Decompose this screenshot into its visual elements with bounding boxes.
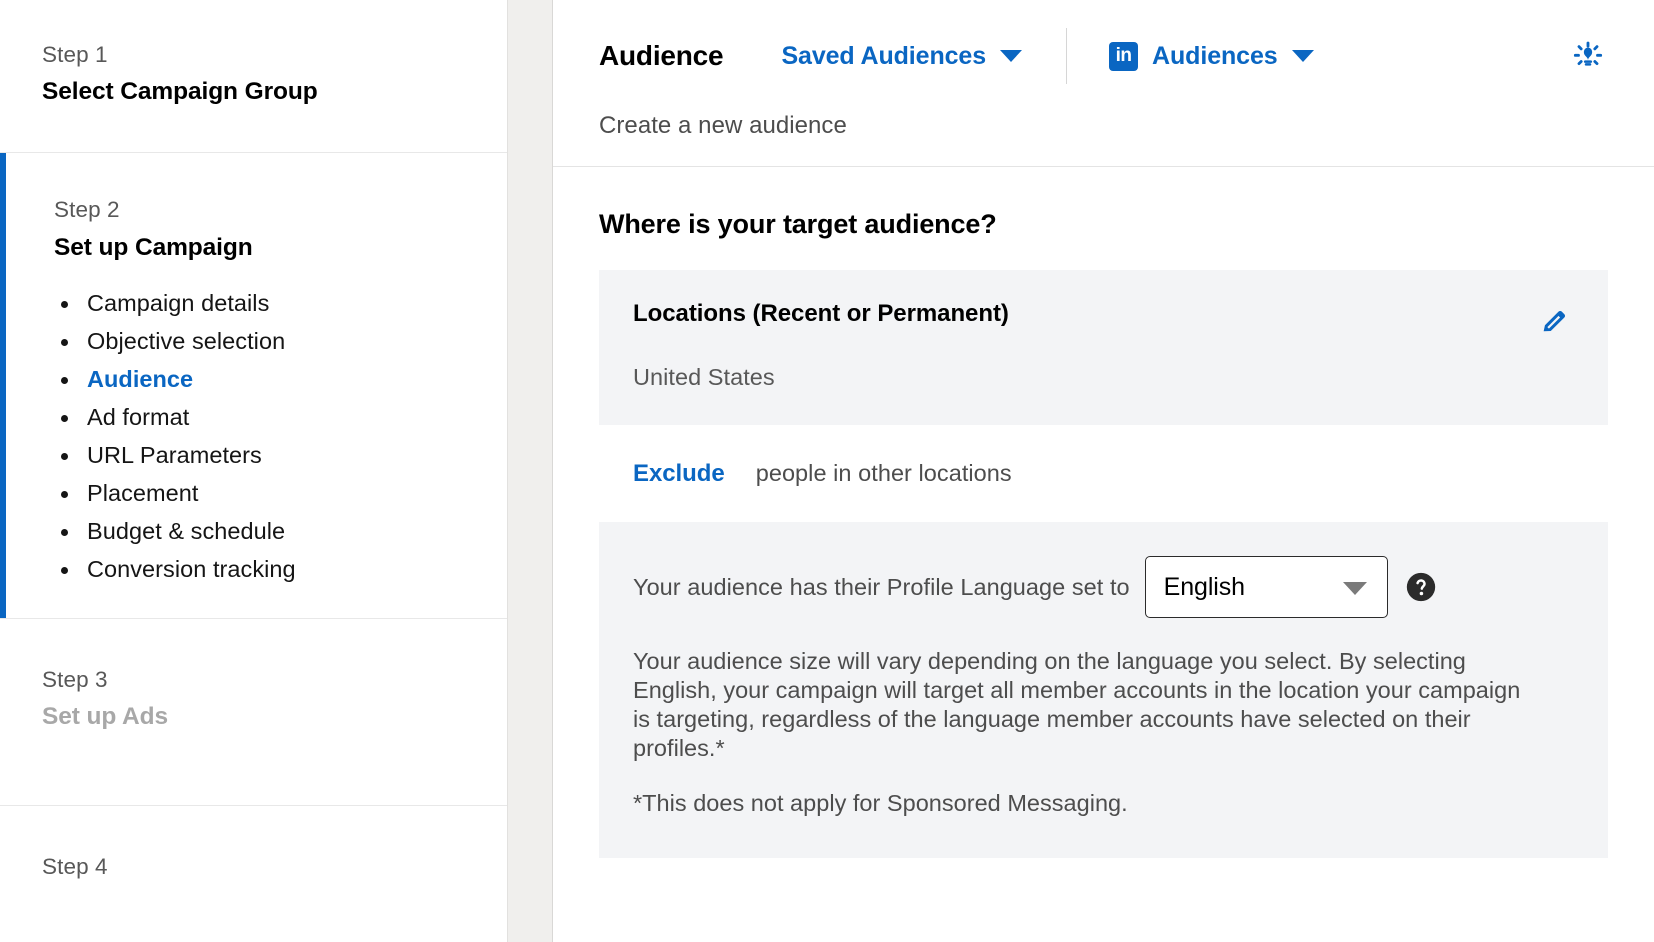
- campaign-manager-app: Step 1 Select Campaign Group Step 2 Set …: [0, 0, 1654, 942]
- profile-language-footnote: *This does not apply for Sponsored Messa…: [633, 790, 1128, 816]
- profile-language-card: Your audience has their Profile Language…: [599, 522, 1608, 858]
- header-divider: [1066, 28, 1068, 84]
- step-3-eyebrow: Step 3: [42, 666, 108, 692]
- sidebar-main-gutter: [507, 0, 553, 942]
- linkedin-audiences-label: Audiences: [1152, 41, 1278, 70]
- exclude-button[interactable]: Exclude: [633, 460, 725, 488]
- audience-subheader: Create a new audience: [553, 112, 1654, 167]
- sidebar-step-4[interactable]: Step 4: [0, 805, 507, 942]
- step-4-eyebrow: Step 4: [42, 853, 108, 879]
- exclude-description: people in other locations: [755, 460, 1012, 486]
- page-title: Audience: [599, 40, 724, 71]
- sidebar-item-audience[interactable]: Audience: [54, 360, 507, 398]
- profile-language-select-wrap: English: [1144, 556, 1388, 618]
- saved-audiences-label: Saved Audiences: [781, 41, 987, 70]
- sidebar-step-3[interactable]: Step 3 Set up Ads: [0, 618, 507, 806]
- locations-title: Locations (Recent or Permanent): [633, 300, 1009, 327]
- linkedin-audiences-dropdown[interactable]: in Audiences: [1105, 36, 1318, 77]
- sidebar-step-2[interactable]: Step 2 Set up Campaign Campaign details …: [0, 153, 507, 619]
- step-1-eyebrow: Step 1: [42, 42, 108, 67]
- audience-panel-header: Audience Saved Audiences in Audiences: [553, 0, 1654, 112]
- linkedin-logo-icon: in: [1109, 41, 1139, 71]
- campaign-steps-sidebar: Step 1 Select Campaign Group Step 2 Set …: [0, 0, 507, 942]
- lightbulb-icon: [1573, 41, 1603, 66]
- step-2-substep-list: Campaign details Objective selection Aud…: [54, 284, 507, 588]
- locations-card-body: Locations (Recent or Permanent) United S…: [633, 300, 1536, 391]
- profile-language-select[interactable]: English: [1144, 556, 1388, 618]
- sidebar-item-objective-selection[interactable]: Objective selection: [54, 322, 507, 360]
- sidebar-item-budget-schedule[interactable]: Budget & schedule: [54, 512, 507, 550]
- exclude-locations-row: Exclude people in other locations: [599, 425, 1608, 522]
- tips-button[interactable]: [1562, 30, 1614, 82]
- audience-panel: Audience Saved Audiences in Audiences Cr…: [553, 0, 1654, 942]
- sidebar-item-placement[interactable]: Placement: [54, 474, 507, 512]
- pencil-icon: [1543, 310, 1566, 332]
- create-new-audience-label[interactable]: Create a new audience: [599, 112, 847, 139]
- sidebar-step-1[interactable]: Step 1 Select Campaign Group: [0, 0, 507, 154]
- chevron-down-icon: [1291, 50, 1314, 62]
- step-3-title: Set up Ads: [42, 702, 169, 730]
- step-1-title: Select Campaign Group: [42, 78, 318, 106]
- profile-language-description: Your audience size will vary depending o…: [633, 648, 1521, 761]
- profile-language-help-button[interactable]: [1404, 570, 1438, 604]
- step-2-title: Set up Campaign: [54, 233, 253, 261]
- profile-language-row: Your audience has their Profile Language…: [633, 556, 1574, 618]
- edit-locations-button[interactable]: [1536, 302, 1574, 340]
- sidebar-item-conversion-tracking[interactable]: Conversion tracking: [54, 550, 507, 588]
- profile-language-label: Your audience has their Profile Language…: [633, 573, 1130, 600]
- locations-value: United States: [633, 364, 775, 390]
- sidebar-item-ad-format[interactable]: Ad format: [54, 398, 507, 436]
- sidebar-item-campaign-details[interactable]: Campaign details: [54, 284, 507, 322]
- question-circle-icon: [1406, 572, 1435, 602]
- section-heading: Where is your target audience?: [599, 209, 997, 239]
- step-2-eyebrow: Step 2: [54, 197, 120, 223]
- target-audience-section: Where is your target audience? Locations…: [553, 167, 1654, 858]
- saved-audiences-dropdown[interactable]: Saved Audiences: [777, 36, 1026, 77]
- locations-card: Locations (Recent or Permanent) United S…: [599, 270, 1608, 425]
- sidebar-item-url-parameters[interactable]: URL Parameters: [54, 436, 507, 474]
- chevron-down-icon: [1000, 50, 1023, 62]
